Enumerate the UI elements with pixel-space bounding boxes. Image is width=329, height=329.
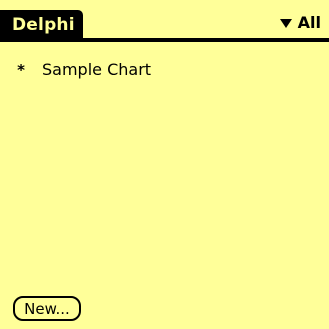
document-list: * Sample Chart (14, 58, 319, 82)
triangle-down-icon[interactable] (279, 18, 292, 28)
asterisk-icon: * (17, 60, 25, 79)
category-label[interactable]: All (298, 15, 321, 31)
app-title: Delphi (12, 14, 75, 35)
list-item[interactable]: * Sample Chart (14, 58, 319, 82)
new-button[interactable]: New... (13, 296, 81, 321)
category-picker[interactable]: All (279, 12, 321, 34)
document-label[interactable]: Sample Chart (42, 62, 151, 78)
title-tab: Delphi (0, 10, 83, 40)
app-screen: Delphi All * Sample Chart New... (0, 0, 329, 329)
